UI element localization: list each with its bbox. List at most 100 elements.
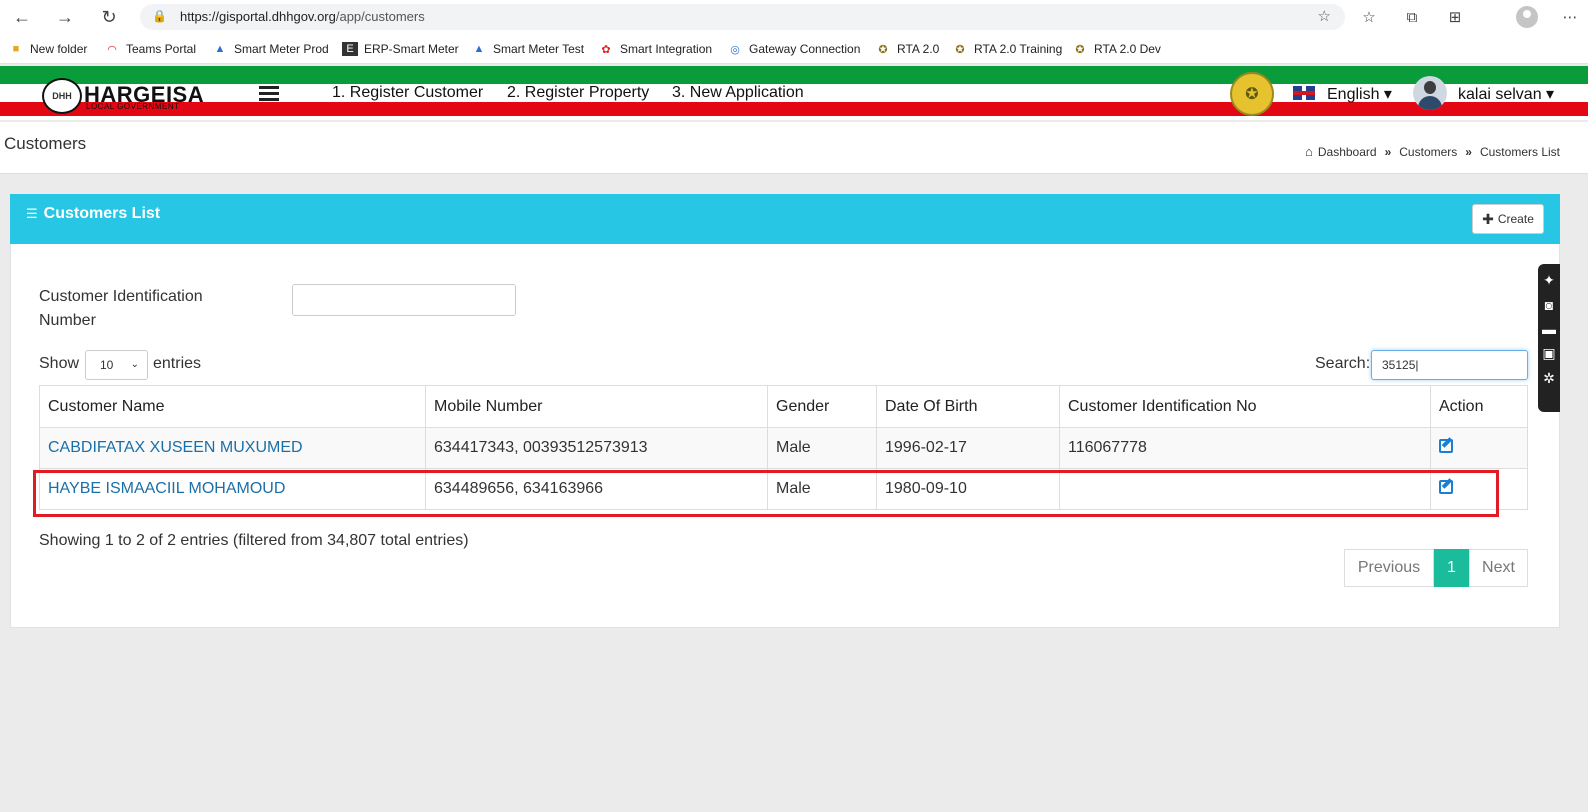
breadcrumb: ⌂ Dashboard » Customers » Customers List [1305,144,1560,159]
table-header-row: Customer Name Mobile Number Gender Date … [39,385,1528,428]
pagination: Previous 1 Next [1344,549,1528,587]
gallery-icon[interactable]: ▣ [1538,345,1560,362]
bookmark-gateway-connection[interactable]: ◎ Gateway Connection [727,40,860,58]
bookmark-smart-integration[interactable]: ✿ Smart Integration [598,40,712,58]
home-icon[interactable]: ⌂ [1305,144,1313,159]
search-input[interactable] [1371,350,1528,380]
emblem-icon: ✪ [878,43,888,56]
table-row: HAYBE ISMAACIIL MOHAMOUD 634489656, 6341… [39,468,1528,510]
table-info: Showing 1 to 2 of 2 entries (filtered fr… [39,532,469,549]
bookmark-rta-2-training[interactable]: ✪ RTA 2.0 Training [952,40,1062,58]
bookmark-label: Smart Meter Test [493,42,585,56]
column-header-mobile-number[interactable]: Mobile Number [425,385,768,428]
page-title: Customers [4,134,87,153]
logo-subtitle: LOCAL GOVERNMENT [86,102,180,111]
globe-icon: ◎ [730,43,740,56]
bookmark-label: Gateway Connection [749,42,861,56]
camera-icon[interactable]: ◙ [1538,297,1560,313]
bookmarks-bar: ■ New folder ◠ Teams Portal ▲ Smart Meter P… [0,34,1588,64]
chevron-down-icon: ⌄ [130,359,139,370]
show-label: Show [39,355,80,372]
bookmark-smart-meter-test[interactable]: ▲ Smart Meter Test [471,40,585,58]
page-size-select[interactable]: 10 ⌄ [85,350,148,380]
lock-icon: 🔒 [152,9,167,23]
breadcrumb-dashboard[interactable]: Dashboard [1318,145,1377,159]
bookmark-label: Teams Portal [126,42,197,56]
cell-dob: 1980-09-10 [876,468,1060,510]
user-menu[interactable]: kalai selvan ▾ [1458,84,1554,104]
user-avatar[interactable] [1413,76,1447,110]
breadcrumb-separator: » [1465,144,1472,159]
bookmark-erp-smart-meter[interactable]: E ERP-Smart Meter [342,40,459,58]
previous-page-button[interactable]: Previous [1344,549,1434,587]
logo-mark: DHH [52,91,72,101]
plus-icon: ✚ [1482,210,1494,227]
breadcrumb-customers-list: Customers List [1479,144,1560,159]
nav-register-customer[interactable]: 1. Register Customer [332,84,483,102]
cell-action [1430,427,1528,469]
card-icon[interactable]: ▬ [1538,321,1560,337]
page-1-button[interactable]: 1 [1434,549,1469,587]
cin-filter-label: Customer Identification Number [39,288,203,329]
forward-icon[interactable]: → [53,6,77,28]
more-icon[interactable]: ⋯ [1559,6,1581,28]
list-icon: ☰ [26,206,38,221]
panel-title-text: Customers List [43,205,161,222]
cin-filter-input[interactable] [292,284,516,316]
panel-title: ☰ Customers List [26,205,160,223]
flag-stripe-red [0,102,1588,116]
edit-icon[interactable] [1439,438,1453,453]
cell-customer-id [1059,468,1431,510]
flag-stripe-green [0,66,1588,84]
favorite-star-icon[interactable]: ☆ [1318,7,1331,25]
browser-toolbar: ← → ↻ 🔒 https://gisportal.dhhgov.org/app… [0,0,1588,34]
column-header-date-of-birth[interactable]: Date Of Birth [876,385,1060,428]
table-row: CABDIFATAX XUSEEN MUXUMED 634417343, 003… [39,427,1528,469]
customer-name-link[interactable]: HAYBE ISMAACIIL MOHAMOUD [48,480,285,497]
menu-toggle-icon[interactable] [259,86,279,101]
drop-icon: ▲ [214,43,226,55]
uk-flag-icon [1293,86,1315,100]
address-bar[interactable]: 🔒 https://gisportal.dhhgov.org/app/custo… [140,4,1345,30]
bookmark-label: Smart Integration [620,42,713,56]
nav-new-application[interactable]: 3. New Application [672,84,804,102]
edit-icon[interactable] [1439,479,1453,494]
customer-name-link[interactable]: CABDIFATAX XUSEEN MUXUMED [48,439,303,456]
emblem-icon: ✪ [1075,43,1085,56]
next-page-button[interactable]: Next [1469,549,1528,587]
cell-mobile: 634417343, 00393512573913 [425,427,768,469]
favorites-icon[interactable]: ☆ [1358,6,1380,28]
extensions-icon[interactable]: ⊞ [1444,6,1466,28]
column-header-customer-name[interactable]: Customer Name [39,385,426,428]
bookmark-smart-meter-prod[interactable]: ▲ Smart Meter Prod [212,40,329,58]
bookmark-label: ERP-Smart Meter [364,42,459,56]
drop-icon: ▲ [473,43,485,55]
entries-label: entries [153,355,202,372]
column-header-gender[interactable]: Gender [767,385,877,428]
logo-emblem[interactable]: DHH [42,78,82,114]
bookmark-new-folder[interactable]: ■ New folder [8,40,88,58]
folder-icon: ■ [12,43,20,55]
side-toolbar: ✦ ◙ ▬ ▣ ✲ [1538,264,1560,412]
page-size-value: 10 [100,358,114,372]
create-button[interactable]: ✚ Create [1472,204,1544,234]
gear-icon[interactable]: ✲ [1538,370,1560,387]
bookmark-label: New folder [30,42,88,56]
nav-register-property[interactable]: 2. Register Property [507,84,649,102]
back-icon[interactable]: ← [10,6,34,28]
profile-icon[interactable] [1516,6,1538,28]
bookmark-teams-portal[interactable]: ◠ Teams Portal [104,40,196,58]
cell-mobile: 634489656, 634163966 [425,468,768,510]
collections-icon[interactable]: ⧉ [1401,6,1423,28]
bookmark-rta-2[interactable]: ✪ RTA 2.0 [875,40,939,58]
language-dropdown[interactable]: English ▾ [1327,84,1392,104]
reload-icon[interactable]: ↻ [97,6,121,28]
breadcrumb-customers[interactable]: Customers [1399,145,1457,159]
address-url: https://gisportal.dhhgov.org/app/custome… [180,9,425,24]
create-label: Create [1497,212,1534,226]
column-header-customer-id[interactable]: Customer Identification No [1059,385,1431,428]
bookmark-label: Smart Meter Prod [234,42,329,56]
bookmark-rta-2-dev[interactable]: ✪ RTA 2.0 Dev [1072,40,1161,58]
government-seal-icon: ✪ [1230,72,1274,116]
star-icon[interactable]: ✦ [1538,272,1560,289]
